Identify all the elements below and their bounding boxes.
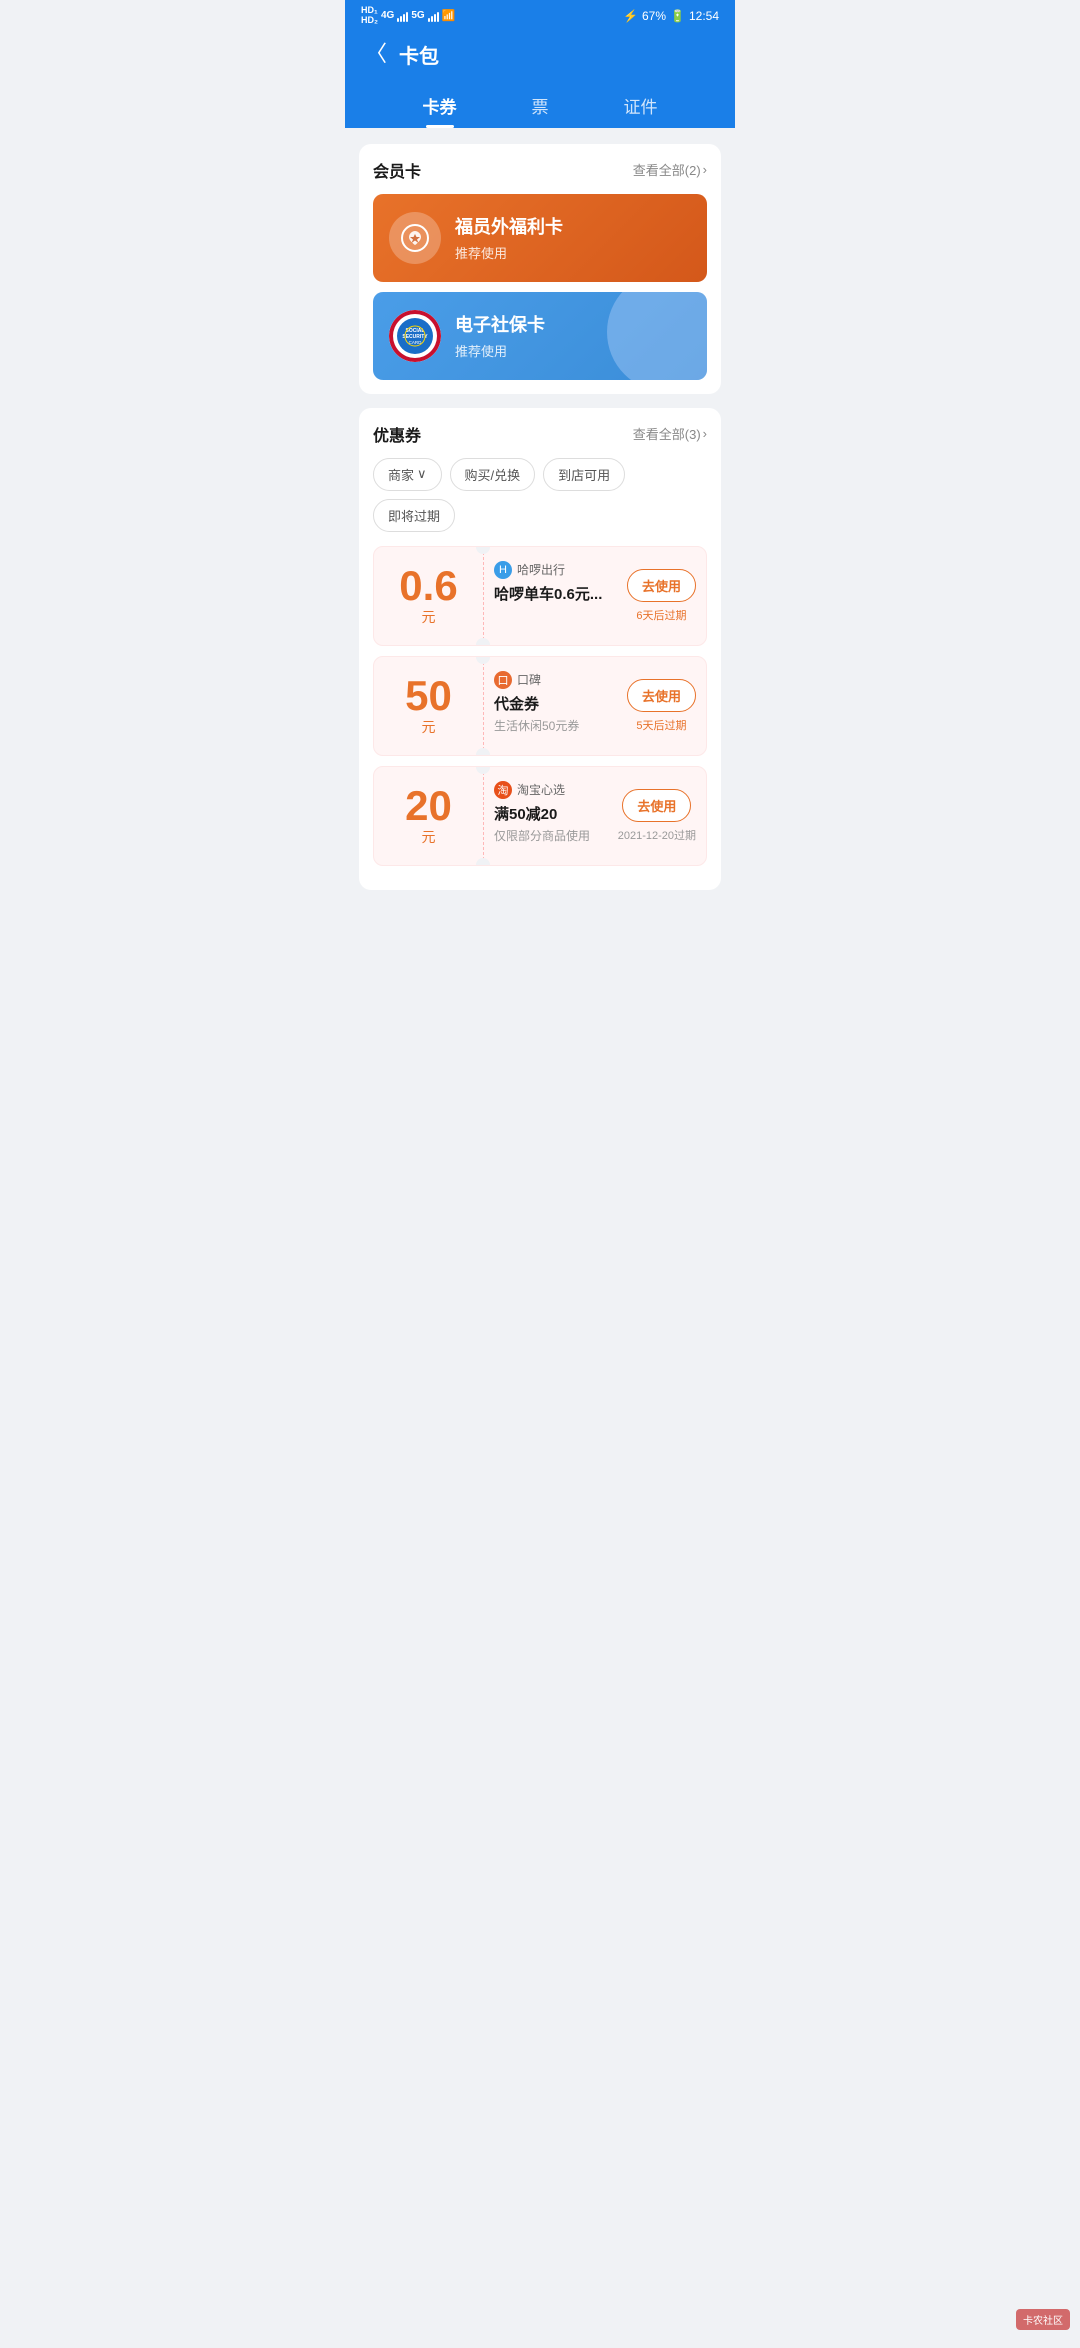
- koubei-expire-text: 5天后过期: [636, 717, 686, 733]
- coupon-koubei-action: 去使用 5天后过期: [617, 657, 706, 755]
- time: 12:54: [689, 9, 719, 23]
- koubei-merchant-name: 口碑: [517, 671, 541, 688]
- social-security-card[interactable]: SOCIAL SECURITY CARD 电子社保卡 推荐使用: [373, 292, 707, 380]
- tab-credentials[interactable]: 证件: [604, 83, 678, 128]
- signal-5g: 5G: [411, 10, 424, 21]
- taobao-coupon-desc: 仅限部分商品使用: [494, 827, 598, 844]
- tab-cards[interactable]: 卡券: [403, 83, 477, 128]
- filter-arrow-icon: ∨: [417, 466, 427, 482]
- coupon-koubei-num: 50: [405, 675, 452, 717]
- coupon-haluo-action: 去使用 6天后过期: [617, 547, 706, 645]
- signal-4g: 4G: [381, 10, 394, 21]
- coupon-haluo-value: 0.6 元: [374, 547, 484, 645]
- welfare-card-icon: [389, 212, 441, 264]
- coupon-taobao-details: 淘 淘宝心选 满50减20 仅限部分商品使用: [484, 767, 608, 865]
- hd1-icon: HD₁HD₂: [361, 6, 378, 26]
- bluetooth-icon: ⚡: [623, 9, 638, 23]
- signal-bars-2: [428, 10, 439, 22]
- coupon-koubei-value: 50 元: [374, 657, 484, 755]
- haluo-expire-text: 6天后过期: [636, 607, 686, 623]
- social-security-card-sub: 推荐使用: [455, 341, 691, 360]
- coupon-view-all[interactable]: 查看全部(3) ›: [633, 424, 707, 443]
- coupon-chevron-right-icon: ›: [703, 426, 707, 441]
- coupon-haluo-merchant-row: H 哈啰出行: [494, 561, 607, 579]
- wifi-icon: 📶: [442, 9, 456, 22]
- social-security-card-name: 电子社保卡: [455, 311, 691, 337]
- back-button[interactable]: 〈: [365, 43, 387, 65]
- koubei-use-button[interactable]: 去使用: [627, 679, 696, 712]
- taobao-merchant-icon: 淘: [494, 781, 512, 799]
- coupon-taobao-merchant-row: 淘 淘宝心选: [494, 781, 598, 799]
- taobao-merchant-name: 淘宝心选: [517, 781, 565, 798]
- coupon-taobao-action: 去使用 2021-12-20过期: [608, 767, 706, 865]
- coupon-haluo-num: 0.6: [399, 565, 457, 607]
- filter-buy-redeem[interactable]: 购买/兑换: [450, 458, 536, 491]
- coupon-item-taobao: 20 元 淘 淘宝心选 满50减20 仅限部分商品使用 去使用 2021-12-…: [373, 766, 707, 866]
- member-card-section: 会员卡 查看全部(2) › 福员外福利卡 推荐使用: [359, 144, 721, 394]
- coupon-haluo-unit: 元: [422, 607, 436, 627]
- social-security-svg: SOCIAL SECURITY CARD: [389, 310, 441, 362]
- haluo-merchant-icon: H: [494, 561, 512, 579]
- coupon-header: 优惠券 查看全部(3) ›: [373, 422, 707, 446]
- member-card-title: 会员卡: [373, 158, 421, 182]
- social-security-icon: SOCIAL SECURITY CARD: [389, 310, 441, 362]
- haluo-use-button[interactable]: 去使用: [627, 569, 696, 602]
- chevron-right-icon: ›: [703, 162, 707, 177]
- coupon-section: 优惠券 查看全部(3) › 商家 ∨ 购买/兑换 到店可用 即将过期: [359, 408, 721, 890]
- coupon-koubei-merchant-row: 口 口碑: [494, 671, 607, 689]
- welfare-card-sub: 推荐使用: [455, 243, 691, 262]
- coupon-title: 优惠券: [373, 422, 421, 446]
- social-security-card-info: 电子社保卡 推荐使用: [455, 311, 691, 360]
- tab-bar: 卡券 票 证件: [365, 83, 715, 128]
- main-content: 会员卡 查看全部(2) › 福员外福利卡 推荐使用: [345, 128, 735, 2348]
- haluo-coupon-name: 哈啰单车0.6元...: [494, 583, 607, 604]
- signal-bars-1: [397, 10, 408, 22]
- coupon-taobao-unit: 元: [422, 827, 436, 847]
- taobao-use-button[interactable]: 去使用: [622, 789, 691, 822]
- coupon-taobao-value: 20 元: [374, 767, 484, 865]
- battery-percent: 67%: [642, 9, 666, 23]
- header-top: 〈 卡包: [365, 40, 715, 83]
- tab-tickets[interactable]: 票: [512, 83, 569, 128]
- filter-in-store[interactable]: 到店可用: [543, 458, 625, 491]
- welfare-card[interactable]: 福员外福利卡 推荐使用: [373, 194, 707, 282]
- coupon-item-haluo: 0.6 元 H 哈啰出行 哈啰单车0.6元... 去使用 6天后过期: [373, 546, 707, 646]
- koubei-merchant-icon: 口: [494, 671, 512, 689]
- welfare-icon-svg: [400, 223, 430, 253]
- koubei-coupon-name: 代金券: [494, 693, 607, 714]
- header: 〈 卡包 卡券 票 证件: [345, 30, 735, 128]
- taobao-coupon-name: 满50减20: [494, 803, 598, 824]
- status-bar: HD₁HD₂ 4G 5G 📶 ⚡ 67% 🔋 12:54: [345, 0, 735, 30]
- coupon-haluo-details: H 哈啰出行 哈啰单车0.6元...: [484, 547, 617, 645]
- welfare-card-name: 福员外福利卡: [455, 213, 691, 239]
- haluo-merchant-name: 哈啰出行: [517, 561, 565, 578]
- filter-expiring[interactable]: 即将过期: [373, 499, 455, 532]
- watermark: 卡农社区: [1016, 2309, 1070, 2330]
- welfare-card-info: 福员外福利卡 推荐使用: [455, 213, 691, 262]
- coupon-item-koubei: 50 元 口 口碑 代金券 生活休闲50元券 去使用 5天后过期: [373, 656, 707, 756]
- page-title: 卡包: [399, 40, 439, 69]
- member-card-view-all[interactable]: 查看全部(2) ›: [633, 160, 707, 179]
- koubei-coupon-desc: 生活休闲50元券: [494, 717, 607, 734]
- coupon-koubei-unit: 元: [422, 717, 436, 737]
- coupon-taobao-num: 20: [405, 785, 452, 827]
- status-right: ⚡ 67% 🔋 12:54: [623, 9, 719, 23]
- taobao-expire-text: 2021-12-20过期: [618, 827, 696, 843]
- member-card-header: 会员卡 查看全部(2) ›: [373, 158, 707, 182]
- coupon-filters: 商家 ∨ 购买/兑换 到店可用 即将过期: [373, 458, 707, 532]
- filter-merchant[interactable]: 商家 ∨: [373, 458, 442, 491]
- coupon-koubei-details: 口 口碑 代金券 生活休闲50元券: [484, 657, 617, 755]
- battery-icon: 🔋: [670, 9, 685, 23]
- status-left: HD₁HD₂ 4G 5G 📶: [361, 6, 455, 26]
